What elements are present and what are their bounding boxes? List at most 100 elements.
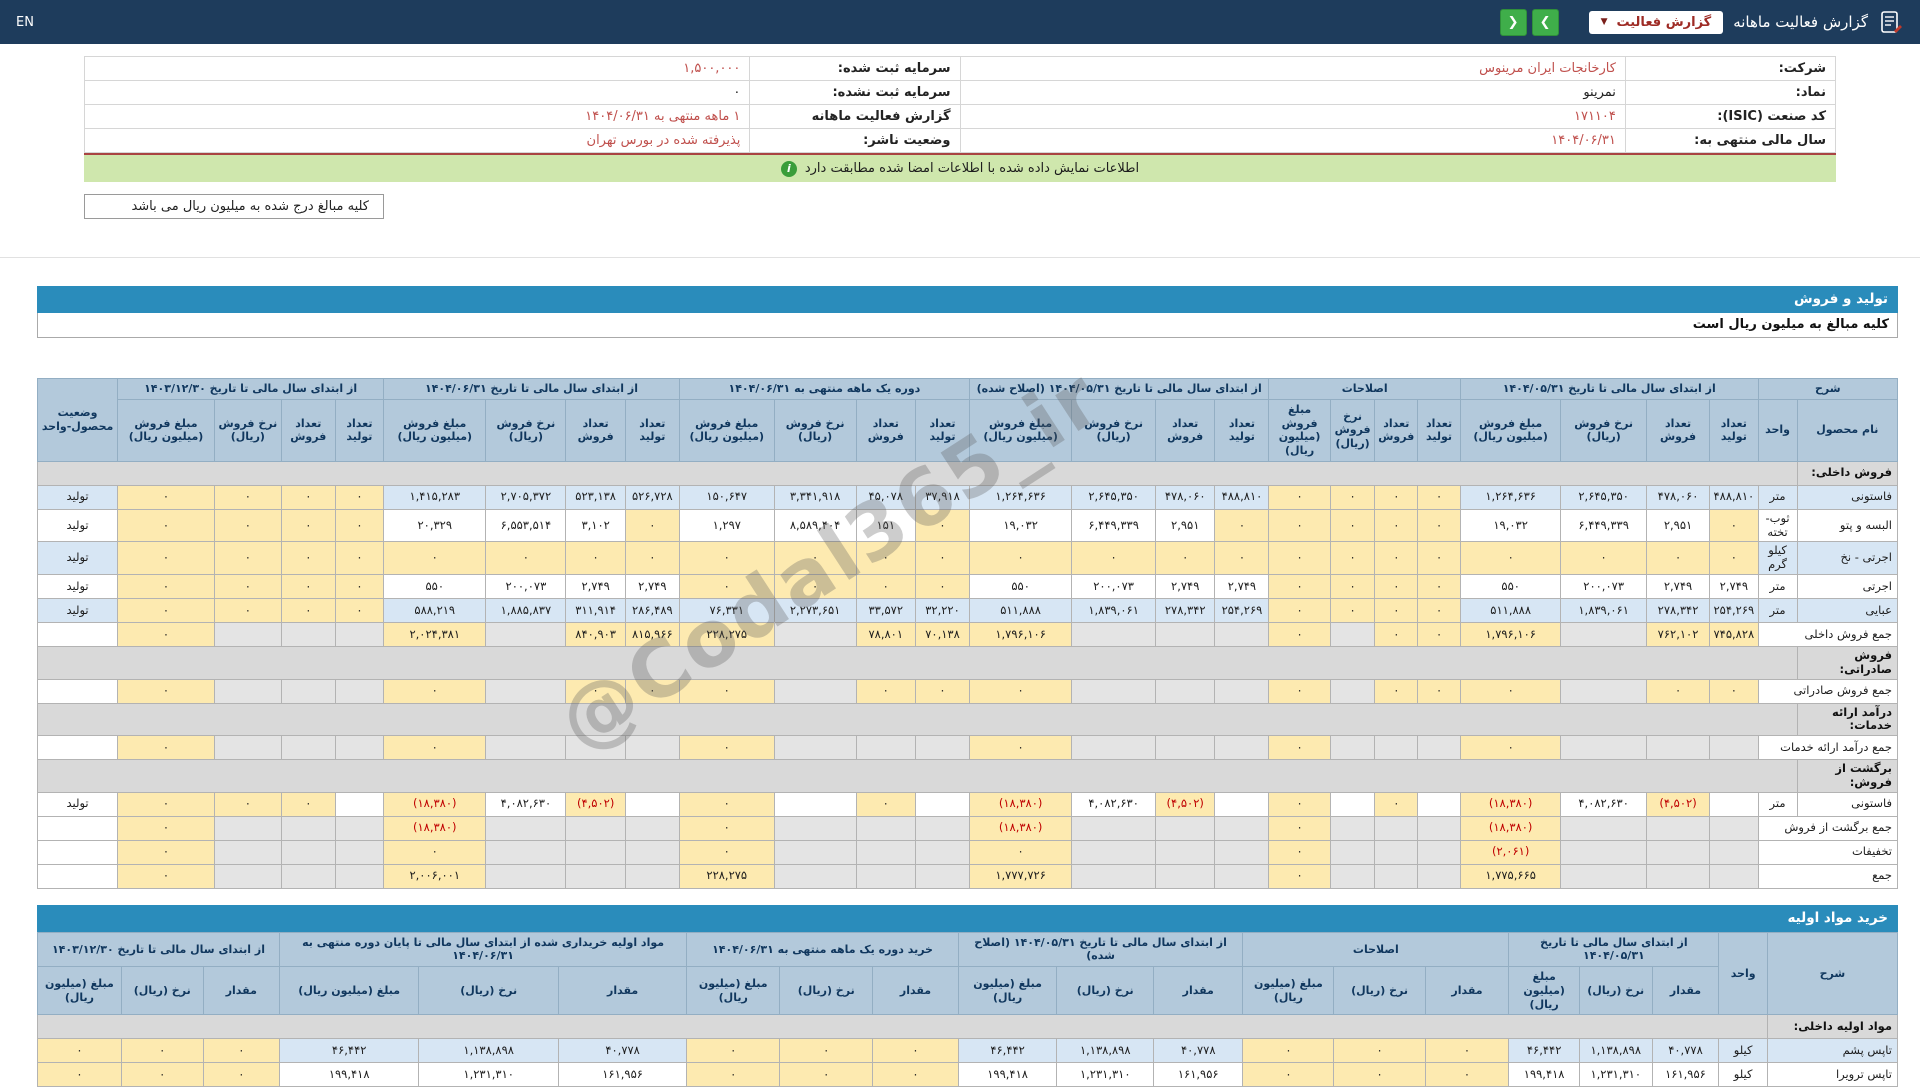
section-row: فروش صادراتی: xyxy=(37,645,1899,680)
cell: (۱۸,۳۸۰) xyxy=(968,791,1073,817)
next-report-button[interactable]: ❯ xyxy=(1531,8,1559,36)
cell xyxy=(773,678,857,704)
cell: ۰ xyxy=(915,541,970,575)
cell: ۱,۸۳۹,۰۶۱ xyxy=(1560,597,1647,623)
cell xyxy=(280,863,336,889)
subcol-header: تعداد تولید xyxy=(334,398,385,462)
subcol-header: مبلغ (میلیون ریال) xyxy=(957,966,1058,1016)
group-header: دوره یک ماهه منتهی به ۱۴۰۴/۰۶/۳۱ xyxy=(678,378,970,400)
cell: ۶,۴۴۹,۳۳۹ xyxy=(1560,508,1647,543)
section-row: درآمد ارائه خدمات: xyxy=(37,702,1899,737)
subcol-header: نرخ (ریال) xyxy=(418,966,559,1016)
cell: ۱۹,۰۳۲ xyxy=(1459,508,1562,543)
cell: ۱۶۱,۹۵۶ xyxy=(1153,1062,1244,1087)
company-name-link[interactable]: کارخانجات ایران مرینوس xyxy=(959,56,1626,81)
cell: ۰ xyxy=(383,839,487,865)
cell: ۰ xyxy=(202,1062,280,1087)
cell: ۰ xyxy=(915,678,970,704)
cell: ۰ xyxy=(968,678,1073,704)
cell: ۰ xyxy=(565,678,626,704)
cell: ۱۹۹,۴۱۸ xyxy=(957,1062,1058,1087)
cell: ۰ xyxy=(1333,1038,1426,1064)
cell: ۰ xyxy=(213,573,282,599)
cell: ۰ xyxy=(1242,1062,1335,1087)
cell xyxy=(280,678,336,704)
cell: ۰ xyxy=(1709,541,1759,575)
subcol-header: مقدار xyxy=(1153,966,1244,1016)
product-name-header: نام محصول xyxy=(1796,398,1899,462)
cell xyxy=(1071,839,1156,865)
cell: ۴۶,۴۴۲ xyxy=(278,1038,420,1064)
cell: ۰ xyxy=(855,541,917,575)
report-type-value: گزارش فعالیت xyxy=(1616,14,1712,30)
cell: اجرتی - نخ xyxy=(1796,541,1899,575)
company-row: شرکت: کارخانجات ایران مرینوس سرمایه ثبت … xyxy=(83,56,1837,81)
cell: ۰ xyxy=(1268,597,1331,623)
cell: ۰ xyxy=(678,541,775,575)
cell xyxy=(36,621,119,647)
cell: ۰ xyxy=(117,863,215,889)
registered-capital-label: سرمایه ثبت شده: xyxy=(749,56,961,81)
subcol-header: مقدار xyxy=(1424,966,1510,1016)
report-type-select[interactable]: گزارش فعالیت ▼ xyxy=(1588,10,1724,34)
cell xyxy=(624,791,680,817)
cell: ۵۲۳,۱۳۸ xyxy=(565,484,626,510)
cell: (۱۸,۳۸۰) xyxy=(383,815,487,841)
unregistered-capital-value: ۰ xyxy=(83,80,751,105)
cell xyxy=(213,815,282,841)
cell: ۲,۰۰۶,۰۰۱ xyxy=(383,863,487,889)
cell: ۴۵,۰۷۸ xyxy=(855,484,917,510)
cell: ۱,۲۳۱,۳۱۰ xyxy=(1056,1062,1155,1087)
section-header-production-sales: تولید و فروش xyxy=(37,286,1898,313)
cell: ۰ xyxy=(1268,815,1331,841)
cell: ۴۰,۷۷۸ xyxy=(557,1038,688,1064)
isic-label: کد صنعت (ISIC): xyxy=(1624,104,1837,129)
cell xyxy=(773,621,857,647)
fiscal-year-label: سال مالی منتهی به: xyxy=(1624,128,1837,153)
cell xyxy=(213,735,282,761)
cell: ۱,۲۹۷ xyxy=(678,508,775,543)
cell: ۰ xyxy=(117,815,215,841)
cell xyxy=(855,839,917,865)
cell: (۱۸,۳۸۰) xyxy=(1459,791,1562,817)
cell: تولید xyxy=(36,573,119,599)
cell: ۱۶۱,۹۵۶ xyxy=(1651,1062,1720,1087)
cell: برگشت از فروش: xyxy=(1796,759,1899,793)
sum-row: جمع ۱,۷۷۵,۶۶۵ ۰ ۱,۷۷۷,۷۲۶ ۲۲۸,۲۷۵ ۲,۰۰۶,۰۰۱ ۰ xyxy=(36,863,1899,889)
cell: اجرتی xyxy=(1796,573,1899,599)
info-icon: i xyxy=(780,160,797,177)
cell: ۱,۱۳۸,۸۹۸ xyxy=(418,1038,559,1064)
cell: کیلو گرم xyxy=(1757,541,1798,575)
cell: ۰ xyxy=(120,1062,204,1087)
previous-report-button[interactable]: ❮ xyxy=(1499,8,1527,36)
report-document-icon xyxy=(1878,9,1904,35)
cell: ۰ xyxy=(1645,541,1711,575)
cell xyxy=(1645,735,1711,761)
cell xyxy=(1071,678,1156,704)
cell: ۴,۰۸۲,۶۳۰ xyxy=(1071,791,1156,817)
cell: تاپس پشم xyxy=(1766,1038,1899,1064)
cell: ۶,۵۵۳,۵۱۴ xyxy=(485,508,567,543)
language-toggle-en[interactable]: EN xyxy=(16,15,34,30)
cell xyxy=(1154,735,1216,761)
company-row: نماد: نمرینو سرمایه ثبت نشده: ۰ xyxy=(83,80,1837,105)
cell: ۷۶,۳۳۱ xyxy=(678,597,775,623)
sum-label-cell: جمع درآمد ارائه خدمات xyxy=(1757,735,1899,761)
cell: ۰ xyxy=(1417,678,1461,704)
cell xyxy=(1154,815,1216,841)
cell: ۰ xyxy=(1329,508,1376,543)
group-header: از ابتدای سال مالی تا تاریخ ۱۴۰۴/۰۵/۳۱ xyxy=(1508,931,1720,968)
cell: ۰ xyxy=(37,1062,122,1087)
cell: ۰ xyxy=(1329,541,1376,575)
subcol-header: نرخ فروش (ریال) xyxy=(1560,398,1647,462)
cell: ۰ xyxy=(280,597,336,623)
cell: ۲,۹۵۱ xyxy=(1154,508,1216,543)
cell: ۰ xyxy=(117,735,215,761)
cell: ۰ xyxy=(855,573,917,599)
cell: ۰ xyxy=(1268,678,1331,704)
symbol-value: نمرینو xyxy=(959,80,1626,105)
cell: ۰ xyxy=(120,1038,204,1064)
cell: ۰ xyxy=(1268,791,1331,817)
